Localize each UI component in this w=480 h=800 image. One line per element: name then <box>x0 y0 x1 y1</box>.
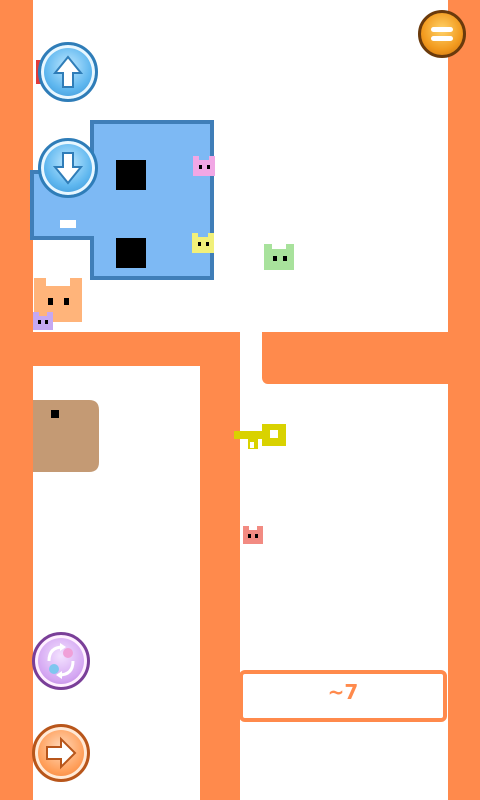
arrow-down-icon <box>52 152 84 185</box>
red-cat[interactable] <box>243 526 263 544</box>
pink-cat[interactable] <box>193 156 215 176</box>
hint-text: ~7 <box>327 680 359 704</box>
brown-box[interactable] <box>33 400 101 472</box>
arrow-up-icon <box>52 55 84 88</box>
arrow-right-icon <box>46 736 77 770</box>
wall-right <box>448 0 480 800</box>
swap-character-button[interactable] <box>32 632 90 690</box>
game-stage: ~7 <box>0 0 480 800</box>
up-button[interactable] <box>38 42 98 102</box>
green-cat[interactable] <box>264 244 294 270</box>
move-right-button[interactable] <box>32 724 90 782</box>
menu-icon <box>431 27 453 41</box>
menu-button[interactable] <box>418 10 466 58</box>
wall-left <box>0 0 33 800</box>
key[interactable] <box>234 422 288 454</box>
lilac-cat[interactable] <box>33 312 53 330</box>
hint-box: ~7 <box>239 670 447 722</box>
yellow-cat[interactable] <box>192 233 214 253</box>
wall-center-column <box>200 332 240 800</box>
swap-icon <box>47 643 75 679</box>
down-button[interactable] <box>38 138 98 198</box>
wall-middle-right <box>262 332 448 384</box>
